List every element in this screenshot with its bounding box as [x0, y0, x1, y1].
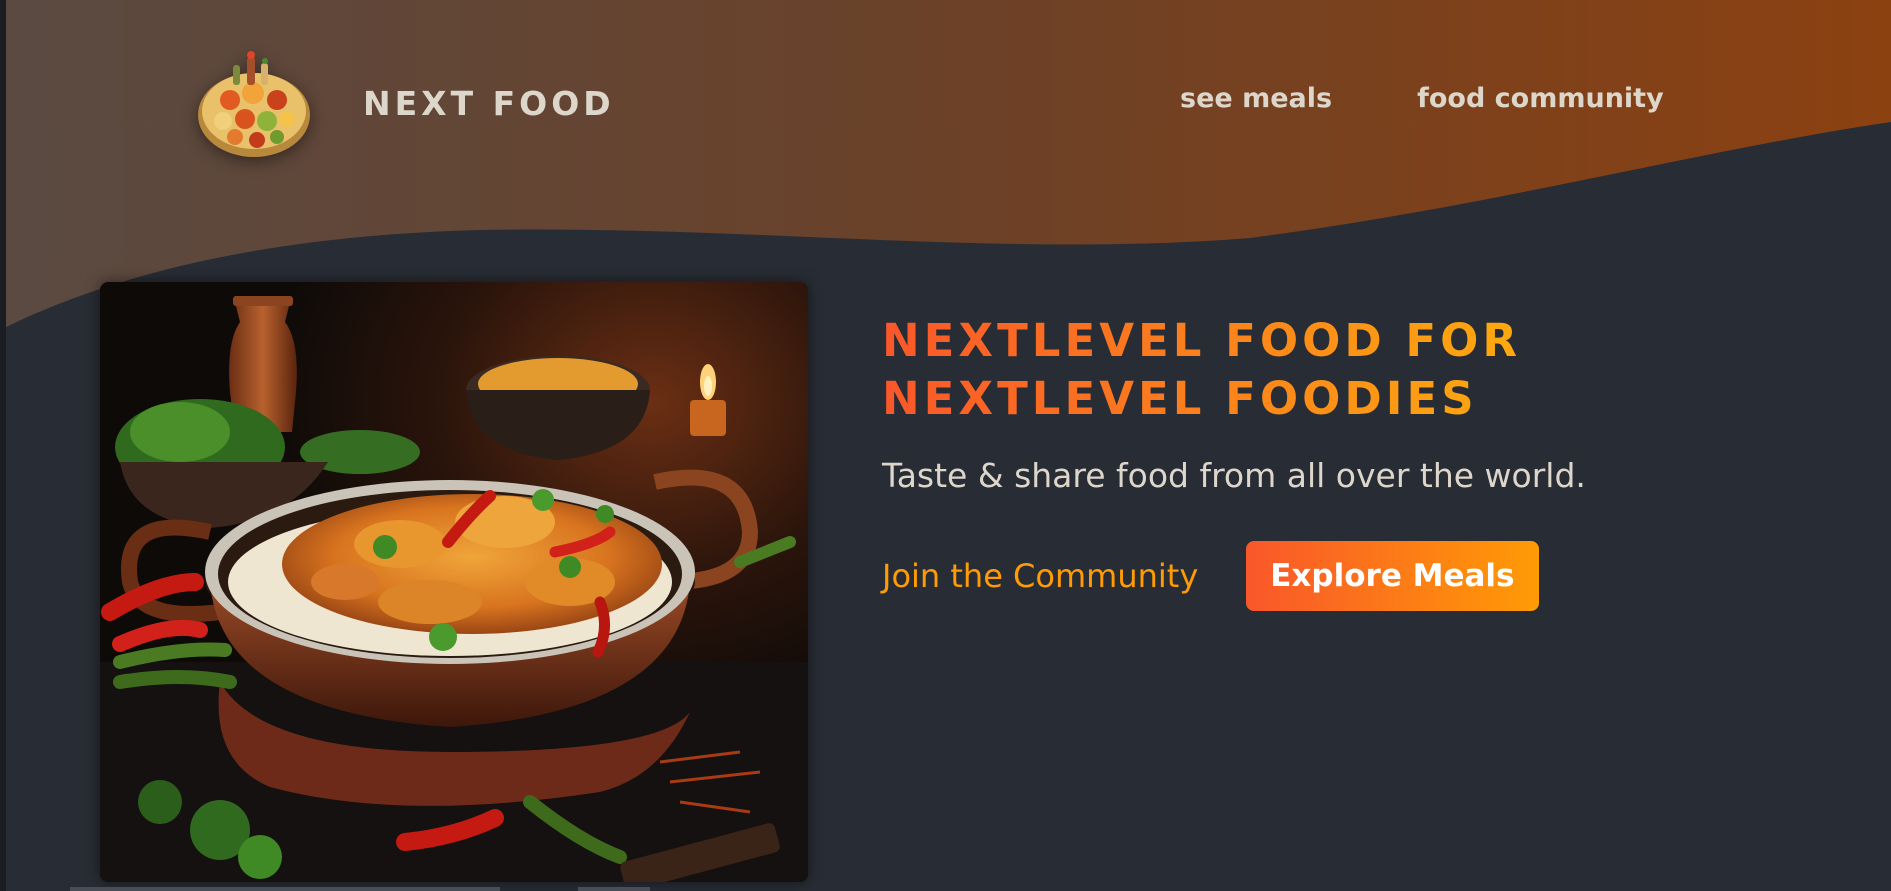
horizontal-scrollbar-track[interactable] [70, 887, 500, 891]
main-nav: see meals food community [1180, 83, 1664, 114]
hero-title: NEXTLEVEL FOOD FOR NEXTLEVEL FOODIES [882, 312, 1762, 428]
hero-title-line-1: NEXTLEVEL FOOD FOR [882, 314, 1522, 367]
explore-meals-button[interactable]: Explore Meals [1246, 541, 1539, 611]
logo-text: NEXT FOOD [363, 83, 615, 123]
window-left-edge [0, 0, 6, 891]
main-header: NEXT FOOD see meals food community [0, 0, 1891, 210]
page: NEXT FOOD see meals food community NEXTL… [0, 0, 1891, 891]
horizontal-scrollbar-segment [578, 887, 650, 891]
logo-food-plate-image [198, 51, 310, 157]
logo-link[interactable]: NEXT FOOD [195, 45, 615, 161]
nav-link-food-community[interactable]: food community [1417, 83, 1664, 114]
hero-text-section: NEXTLEVEL FOOD FOR NEXTLEVEL FOODIES Tas… [882, 312, 1762, 611]
hero-image-slideshow [100, 282, 808, 882]
nav-link-see-meals[interactable]: see meals [1180, 83, 1332, 114]
join-community-link[interactable]: Join the Community [882, 557, 1198, 595]
hero-subtitle: Taste & share food from all over the wor… [882, 456, 1586, 495]
curry-dish-image [100, 282, 808, 882]
hero-title-line-2: NEXTLEVEL FOODIES [882, 372, 1478, 425]
hero-cta-group: Join the Community Explore Meals [882, 541, 1762, 611]
